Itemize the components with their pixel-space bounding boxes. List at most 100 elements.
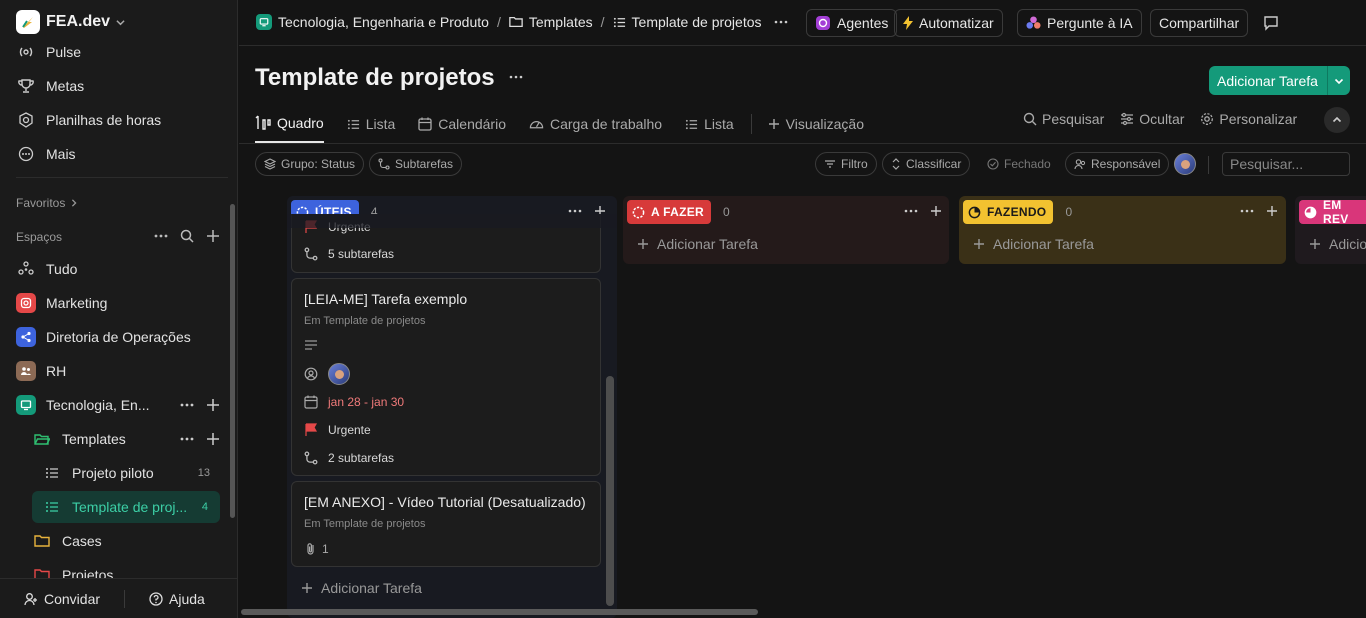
sidebar-item-label: Mais xyxy=(46,146,76,162)
breadcrumb-list[interactable]: Template de projetos xyxy=(613,14,762,30)
more-options-icon[interactable] xyxy=(154,229,168,243)
subtasks-row[interactable]: 5 subtarefas xyxy=(304,247,394,261)
plus-icon[interactable] xyxy=(206,398,220,412)
add-task-label: Adicionar Tarefa xyxy=(1217,72,1318,89)
sidebar-scrollbar[interactable] xyxy=(230,204,235,518)
help-button[interactable]: Ajuda xyxy=(149,591,205,607)
collapse-header-button[interactable] xyxy=(1324,107,1350,133)
status-column-em-revisao: EM REV Adicio xyxy=(1295,196,1366,264)
more-options-icon[interactable] xyxy=(180,432,194,446)
sort-chip[interactable]: Classificar xyxy=(882,152,971,176)
list-item-template-projects[interactable]: Template de proj... 4 xyxy=(32,491,220,523)
ai-icon xyxy=(1026,15,1041,31)
more-options-icon[interactable] xyxy=(1240,204,1254,218)
tab-workload[interactable]: Carga de trabalho xyxy=(529,109,662,139)
plus-icon[interactable] xyxy=(206,229,220,243)
sidebar-item-timesheets[interactable]: Planilhas de horas xyxy=(16,105,222,135)
sidebar-item-more[interactable]: Mais xyxy=(16,139,222,169)
space-item-all[interactable]: Tudo xyxy=(16,254,222,284)
filter-label: Filtro xyxy=(841,157,868,171)
avatar[interactable] xyxy=(328,363,350,385)
folder-item-cases[interactable]: Cases xyxy=(32,526,222,556)
attachment-row[interactable]: 1 xyxy=(304,542,329,556)
agents-button[interactable]: Agentes xyxy=(806,9,898,37)
plus-icon[interactable] xyxy=(930,205,942,217)
invite-button[interactable]: Convidar xyxy=(24,591,100,607)
automate-button[interactable]: Automatizar xyxy=(894,9,1003,37)
column-scrollbar[interactable] xyxy=(606,376,614,606)
group-by-chip[interactable]: Grupo: Status xyxy=(255,152,365,176)
chevron-down-icon[interactable] xyxy=(1327,66,1350,95)
more-options-icon[interactable] xyxy=(509,70,523,84)
more-options-icon[interactable] xyxy=(904,204,918,218)
ask-ai-button[interactable]: Pergunte à IA xyxy=(1017,9,1142,37)
add-task-button[interactable]: Adicionar Tarefa xyxy=(1209,66,1350,95)
search-icon xyxy=(1023,112,1037,126)
chat-icon[interactable] xyxy=(1263,15,1279,31)
assignee-row[interactable] xyxy=(304,363,350,385)
tab-list-2[interactable]: Lista xyxy=(685,109,734,139)
status-badge[interactable]: FAZENDO xyxy=(963,200,1054,224)
breadcrumb-label: Template de projetos xyxy=(631,14,762,30)
column-count: 0 xyxy=(1065,205,1073,219)
add-task-in-column[interactable]: Adicionar Tarefa xyxy=(301,580,422,596)
task-card[interactable]: [LEIA-ME] Tarefa exemplo Em Template de … xyxy=(291,278,601,476)
folder-icon xyxy=(32,531,52,551)
task-card[interactable]: [EM ANEXO] - Vídeo Tutorial (Desatualiza… xyxy=(291,481,601,567)
workspace-switcher[interactable]: FEA.dev xyxy=(0,0,238,44)
timesheet-icon xyxy=(16,110,36,130)
status-label: EM REV xyxy=(1323,198,1349,226)
space-item-marketing[interactable]: Marketing xyxy=(16,288,222,318)
sidebar-item-label: Planilhas de horas xyxy=(46,112,162,128)
more-options-icon[interactable] xyxy=(180,398,194,412)
folder-item-projects[interactable]: Projetos xyxy=(32,560,222,578)
list-item-pilot[interactable]: Projeto piloto 13 xyxy=(42,458,222,488)
subtasks-chip[interactable]: Subtarefas xyxy=(369,152,463,176)
add-task-in-column[interactable]: Adicionar Tarefa xyxy=(637,236,758,252)
customize-button[interactable]: Personalizar xyxy=(1200,111,1297,127)
board-search-input[interactable]: Pesquisar... xyxy=(1222,152,1350,176)
add-task-in-column[interactable]: Adicionar Tarefa xyxy=(973,236,1094,252)
sidebar-item-metas[interactable]: Metas xyxy=(16,71,222,101)
tab-list[interactable]: Lista xyxy=(347,109,395,139)
filter-chip[interactable]: Filtro xyxy=(815,152,877,176)
space-item-operations[interactable]: Diretoria de Operações xyxy=(16,322,222,352)
list-count: 4 xyxy=(201,501,208,513)
share-button[interactable]: Compartilhar xyxy=(1150,9,1249,37)
tab-label: Quadro xyxy=(277,115,324,131)
space-label: Diretoria de Operações xyxy=(46,329,191,345)
breadcrumb-label: Templates xyxy=(528,14,593,30)
plus-icon[interactable] xyxy=(206,432,220,446)
status-badge[interactable]: EM REV xyxy=(1299,198,1366,226)
tab-board[interactable]: Quadro xyxy=(255,105,324,143)
subtasks-row[interactable]: 2 subtarefas xyxy=(304,451,394,465)
workspace-logo xyxy=(16,10,40,34)
add-task-in-column[interactable]: Adicio xyxy=(1309,236,1366,252)
space-item-hr[interactable]: RH xyxy=(16,356,222,386)
closed-toggle[interactable]: Fechado xyxy=(978,152,1060,176)
more-options-icon[interactable] xyxy=(774,15,788,29)
add-view-button[interactable]: Visualização xyxy=(768,109,864,139)
date-row[interactable]: jan 28 - jan 30 xyxy=(304,395,404,409)
assignee-chip[interactable]: Responsável xyxy=(1065,152,1170,176)
board-horizontal-scrollbar[interactable] xyxy=(241,609,758,615)
favorites-header[interactable]: Favoritos xyxy=(16,196,78,210)
sidebar: FEA.dev Pulse Metas Planilhas de horas M… xyxy=(0,0,238,618)
plus-icon[interactable] xyxy=(1266,205,1278,217)
breadcrumb-space[interactable]: Tecnologia, Engenharia e Produto xyxy=(256,14,489,30)
sidebar-item-pulse[interactable]: Pulse xyxy=(16,40,222,67)
search-icon[interactable] xyxy=(180,229,194,243)
assignee-icon xyxy=(1074,158,1086,170)
search-view-button[interactable]: Pesquisar xyxy=(1023,111,1104,127)
tab-calendar[interactable]: Calendário xyxy=(418,109,506,139)
breadcrumb-folder[interactable]: Templates xyxy=(509,14,593,30)
agents-label: Agentes xyxy=(837,15,889,31)
chevron-up-icon xyxy=(1332,115,1342,125)
hide-button[interactable]: Ocultar xyxy=(1120,111,1184,127)
priority-row[interactable]: Urgente xyxy=(304,423,371,437)
status-badge[interactable]: A FAZER xyxy=(627,200,711,224)
list-label: Template de proj... xyxy=(72,499,188,515)
paperclip-icon xyxy=(304,542,318,556)
avatar[interactable] xyxy=(1174,153,1196,175)
share-label: Compartilhar xyxy=(1159,15,1240,31)
